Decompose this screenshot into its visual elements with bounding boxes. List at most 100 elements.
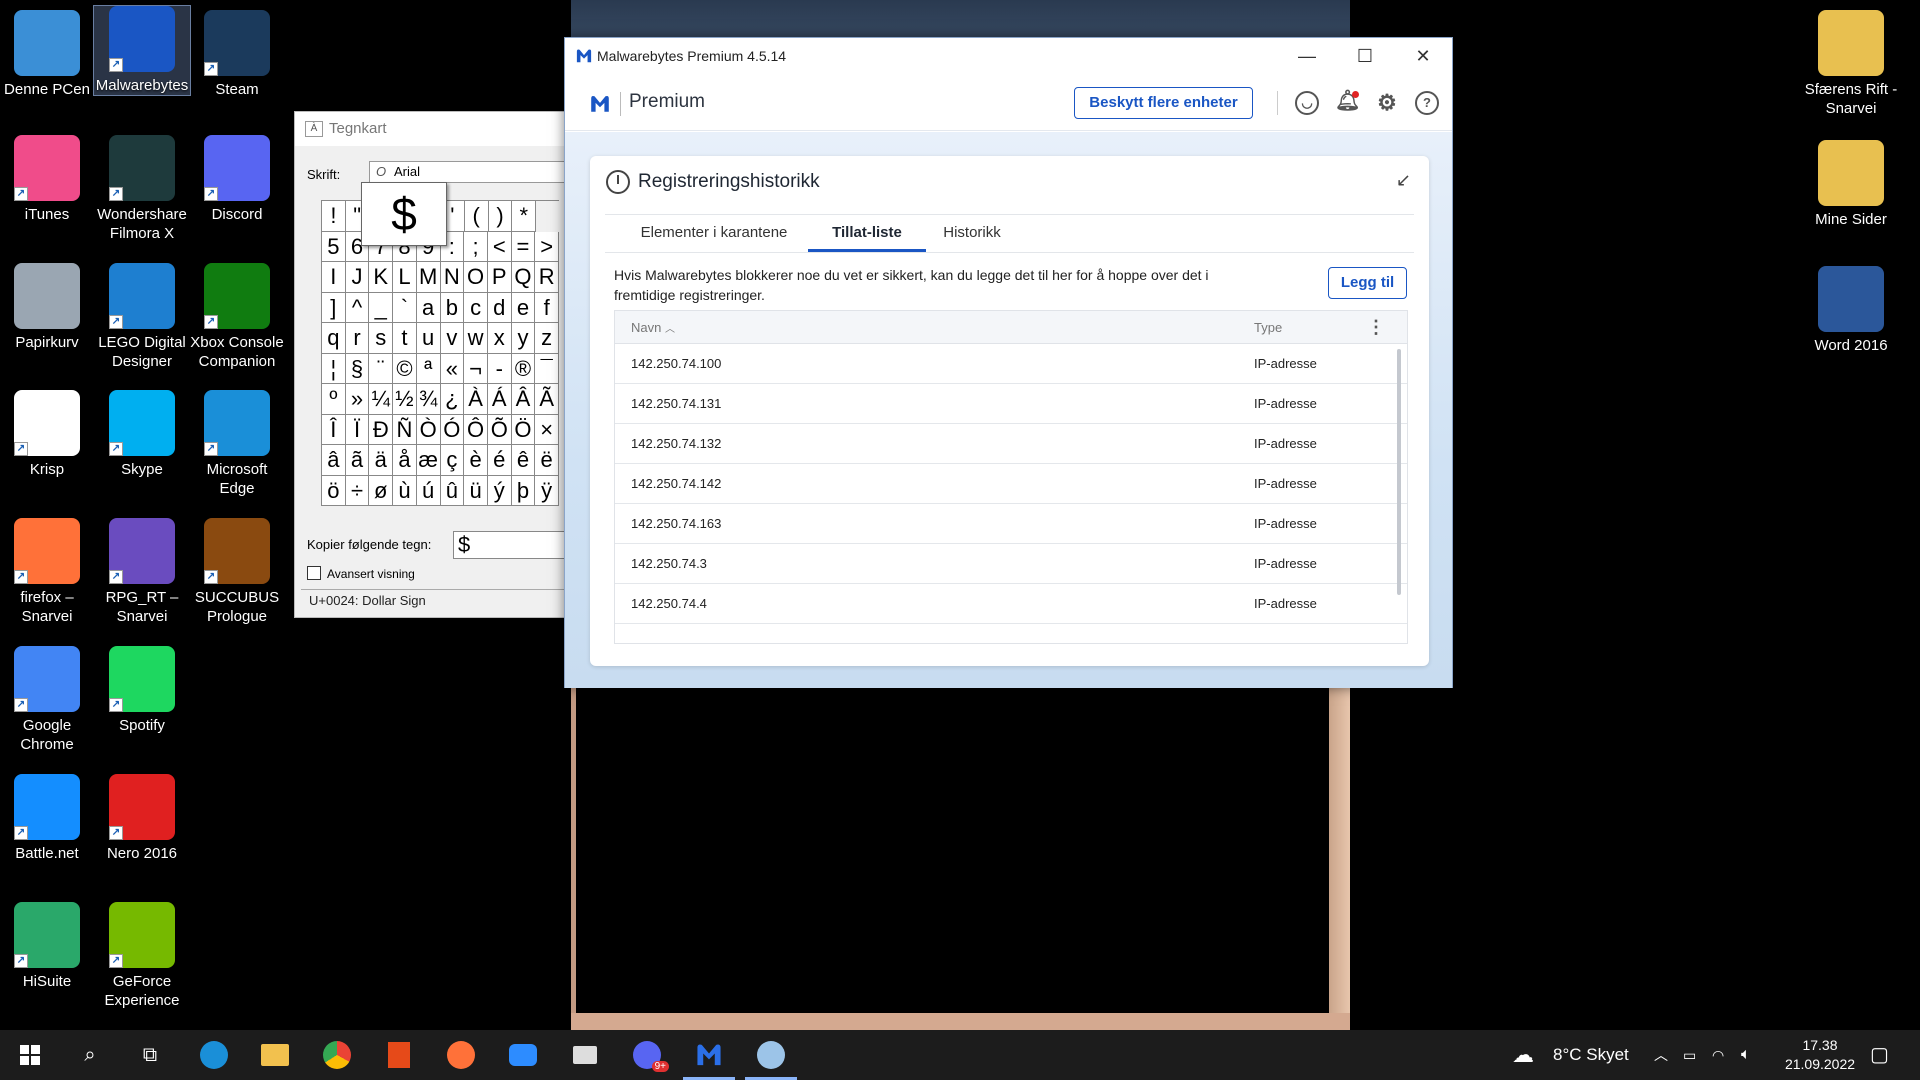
character-cell[interactable]: þ [511,475,536,506]
character-cell[interactable]: º [322,384,346,415]
taskbar-charmap[interactable] [555,1030,615,1080]
charmap-window[interactable]: À Tegnkart Skrift: O Arial !"$%&'()*5678… [294,111,567,618]
taskbar-chrome[interactable] [307,1030,367,1080]
character-cell[interactable]: ö [322,475,346,506]
character-cell[interactable]: y [511,323,536,354]
table-row[interactable]: 142.250.74.100 IP-adresse [615,344,1407,384]
character-cell[interactable]: ¦ [322,353,346,384]
font-select[interactable]: O Arial [369,161,567,183]
character-cell[interactable]: ø [369,475,394,506]
start-button[interactable] [0,1030,60,1080]
close-button[interactable]: ✕ [1394,38,1452,74]
tab-quarantine[interactable]: Elementer i karantene [632,218,796,252]
character-cell[interactable]: e [511,292,536,323]
character-cell[interactable]: ý [487,475,512,506]
character-cell[interactable]: © [393,353,417,384]
clock[interactable]: 17.38 21.09.2022 [1780,1036,1860,1074]
task-view-icon[interactable]: ⧉ [120,1030,180,1080]
desktop-icon[interactable]: Mine Sider [1803,140,1899,229]
desktop-icon[interactable]: ↗ Krisp [0,390,95,479]
character-cell[interactable]: d [487,292,512,323]
desktop-icon[interactable]: ↗ SUCCUBUS Prologue [189,518,285,626]
character-cell[interactable]: P [487,262,512,293]
character-cell[interactable]: ª [416,353,441,384]
character-cell[interactable]: J [345,262,370,293]
character-cell[interactable]: ç [440,445,465,476]
character-cell[interactable]: û [440,475,465,506]
taskbar-office[interactable] [369,1030,429,1080]
table-row[interactable]: 142.250.74.142 IP-adresse [615,464,1407,504]
character-cell[interactable]: Q [511,262,536,293]
desktop-icon[interactable]: ↗ Wondershare Filmora X [94,135,190,243]
character-cell[interactable]: ÷ [345,475,370,506]
weather-text[interactable]: 8°C Skyet [1553,1030,1629,1080]
character-cell[interactable]: x [487,323,512,354]
character-cell[interactable]: q [322,323,346,354]
character-cell[interactable]: Ó [440,414,465,445]
character-cell[interactable]: Ñ [393,414,417,445]
desktop-icon[interactable]: ↗ Malwarebytes [93,5,191,96]
character-cell[interactable]: ¯ [535,353,560,384]
character-cell[interactable]: « [440,353,465,384]
desktop-icon[interactable]: ↗ Nero 2016 [94,774,190,863]
character-cell[interactable]: â [322,445,346,476]
help-icon[interactable]: ? [1415,91,1439,115]
table-row[interactable]: 142.250.74.4 IP-adresse [615,584,1407,624]
character-cell[interactable]: Ð [369,414,394,445]
character-cell[interactable]: § [345,353,370,384]
column-header-name[interactable]: Navn ︿ [631,311,675,346]
advanced-view-checkbox[interactable] [307,566,321,580]
character-cell[interactable]: Ï [345,414,370,445]
malwarebytes-window[interactable]: Malwarebytes Premium 4.5.14 — ☐ ✕ Premiu… [564,37,1453,688]
character-cell[interactable]: À [464,384,488,415]
character-cell[interactable]: f [535,292,560,323]
character-cell[interactable]: ¼ [369,384,394,415]
character-cell[interactable]: b [440,292,465,323]
taskbar-file-explorer[interactable] [245,1030,305,1080]
character-cell[interactable]: Ò [416,414,441,445]
character-cell[interactable]: ) [488,201,513,232]
character-cell[interactable]: » [345,384,370,415]
desktop-icon[interactable]: Denne PCen [0,10,95,99]
character-cell[interactable]: * [512,201,537,232]
taskbar-malwarebytes[interactable] [679,1030,739,1080]
character-cell[interactable]: u [416,323,441,354]
character-cell[interactable]: ( [464,201,489,232]
character-cell[interactable]: ^ [345,292,370,323]
character-cell[interactable]: ä [369,445,394,476]
character-cell[interactable]: ú [416,475,441,506]
desktop-icon[interactable]: ↗ Google Chrome [0,646,95,754]
desktop-icon[interactable]: ↗ Xbox Console Companion [189,263,285,371]
taskbar-discord[interactable]: 9+ [617,1030,677,1080]
more-options-icon[interactable]: ⋮ [1367,311,1385,344]
table-row[interactable]: 142.250.74.163 IP-adresse [615,504,1407,544]
taskbar-edge[interactable] [184,1030,244,1080]
character-cell[interactable]: M [416,262,441,293]
settings-gear-icon[interactable]: ⚙ [1375,91,1399,115]
character-cell[interactable]: w [464,323,488,354]
desktop-icon[interactable]: ↗ Battle.net [0,774,95,863]
character-cell[interactable]: 5 [322,231,346,262]
chevron-up-icon[interactable]: ︿ [1654,1030,1668,1080]
collapse-icon[interactable]: ↙ [1396,170,1411,191]
character-cell[interactable]: = [511,231,536,262]
search-icon[interactable]: ⌕ [60,1030,120,1080]
tab-allow-list[interactable]: Tillat-liste [808,218,926,252]
character-cell[interactable]: å [393,445,417,476]
tab-history[interactable]: Historikk [936,218,1008,252]
character-cell[interactable]: æ [416,445,441,476]
desktop-icon[interactable]: Papirkurv [0,263,95,352]
desktop-icon[interactable]: ↗ Steam [189,10,285,99]
character-cell[interactable]: Ã [535,384,560,415]
battery-icon[interactable]: ▭ [1683,1030,1696,1080]
desktop-icon[interactable]: ↗ firefox – Snarvei [0,518,95,626]
character-cell[interactable]: ] [322,292,346,323]
character-cell[interactable]: Â [511,384,536,415]
volume-icon[interactable]: 🔈︎ [1741,1030,1751,1080]
taskbar-zoom[interactable] [493,1030,553,1080]
character-cell[interactable]: ÿ [535,475,560,506]
desktop-icon[interactable]: Sfærens Rift - Snarvei [1803,10,1899,118]
desktop-icon[interactable]: ↗ LEGO Digital Designer [94,263,190,371]
charmap-titlebar[interactable]: À Tegnkart [295,112,565,146]
character-cell[interactable]: z [535,323,560,354]
